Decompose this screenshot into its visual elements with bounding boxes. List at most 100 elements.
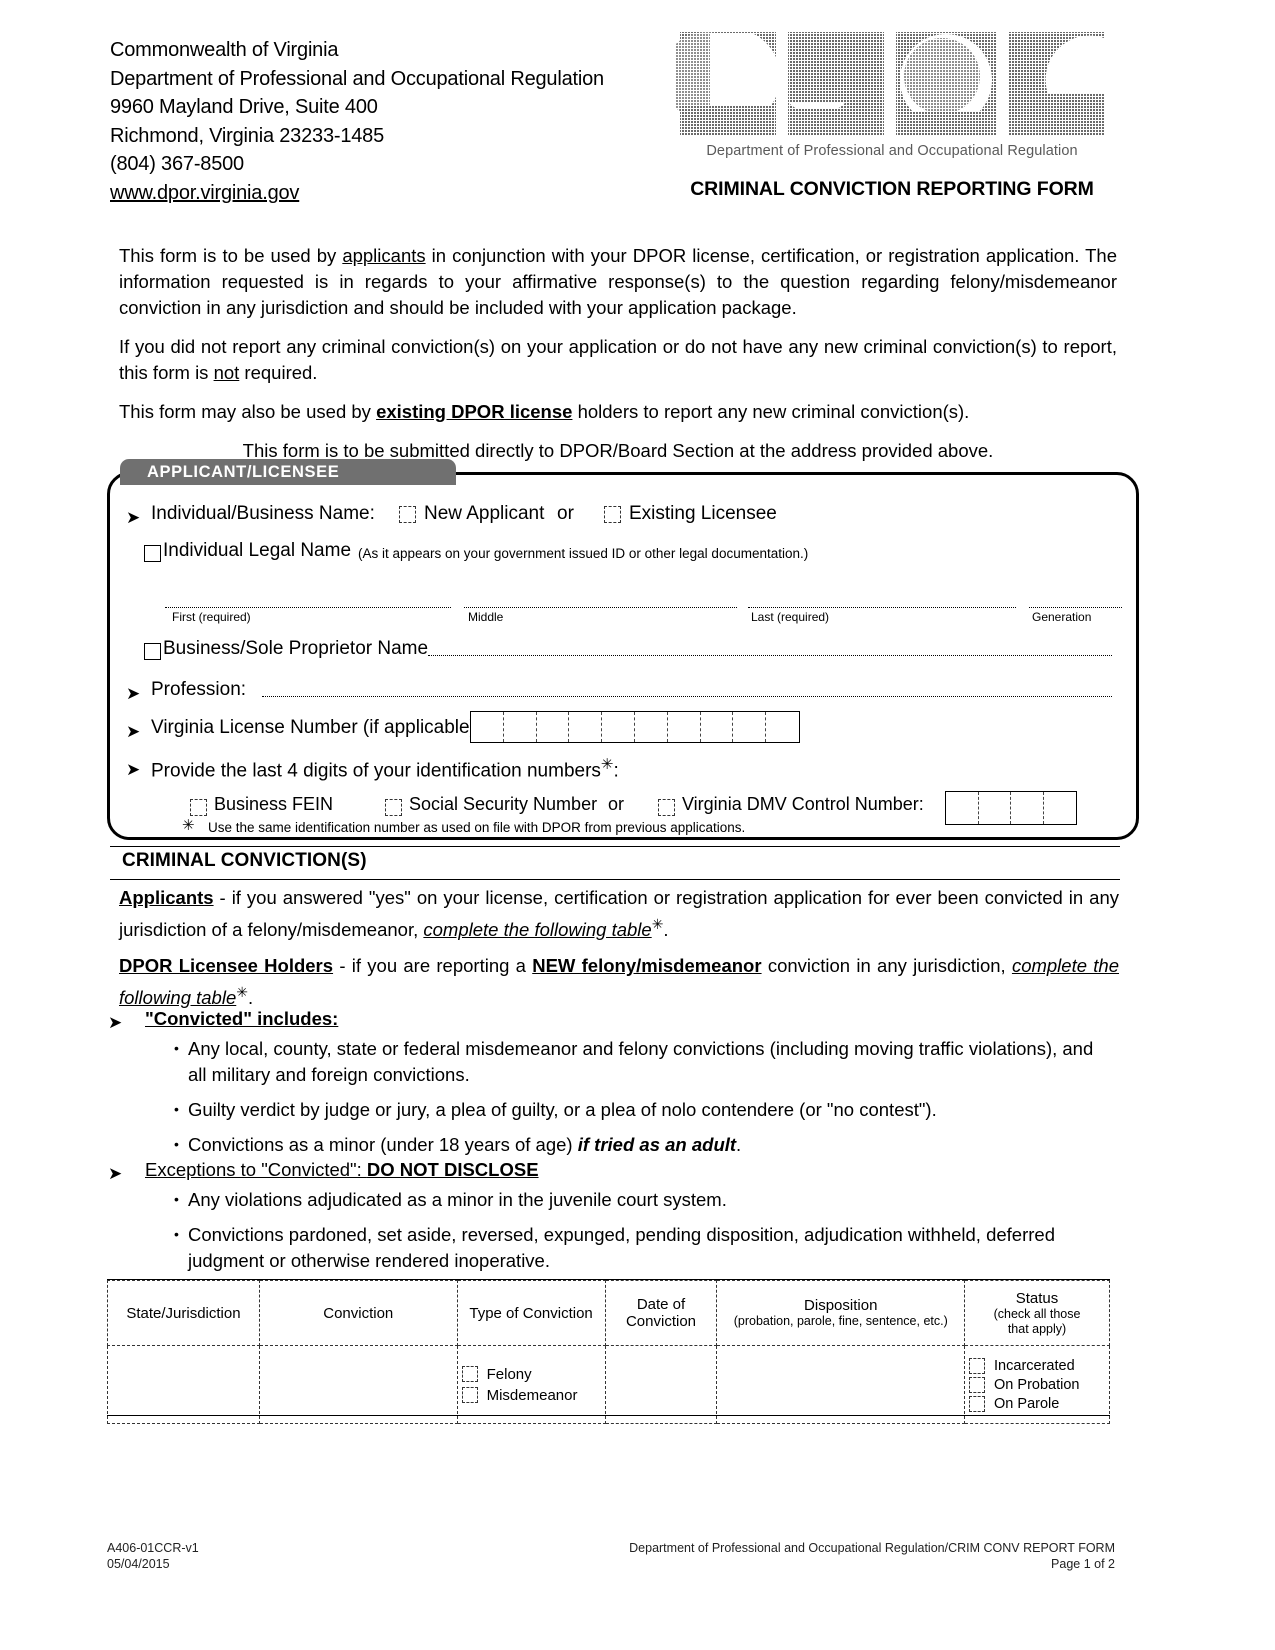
on-parole-option[interactable]: On Parole	[969, 1395, 1105, 1412]
list-item: Any local, county, state or federal misd…	[172, 1035, 1112, 1088]
bullet-arrow-icon-3: ➤	[126, 722, 141, 741]
profession-label: Profession:	[151, 679, 247, 700]
col-date-label-1: Date of	[636, 1296, 686, 1313]
on-probation-checkbox[interactable]	[969, 1376, 986, 1393]
identification-number-input-grid[interactable]	[945, 791, 1077, 825]
first-name-input[interactable]	[165, 607, 451, 608]
character-cell[interactable]	[537, 712, 570, 742]
applicants-dot: .	[663, 919, 669, 941]
character-cell[interactable]	[733, 712, 767, 742]
col-disposition-sub: (probation, parole, fine, sentence, etc.…	[733, 1314, 948, 1328]
identification-footnote: Use the same identification number as us…	[208, 820, 746, 835]
col-date-of-conviction: Date of Conviction	[604, 1280, 718, 1346]
new-applicant-checkbox[interactable]	[399, 506, 416, 523]
address-line-3: 9960 Mayland Drive, Suite 400	[110, 96, 378, 118]
last-name-label: Last (required)	[751, 610, 830, 624]
holders-instruction: DPOR Licensee Holders - if you are repor…	[119, 953, 1119, 1011]
dpor-logo-block: Department of Professional and Occupatio…	[676, 28, 1108, 208]
character-cell[interactable]	[471, 712, 504, 742]
applicants-instruction: Applicants - if you answered "yes" on yo…	[119, 885, 1119, 943]
misdemeanor-checkbox[interactable]	[461, 1387, 478, 1403]
license-number-input-grid[interactable]	[470, 711, 800, 743]
table-row: Felony Misdemeanor Incarcerated On Proba…	[107, 1345, 1110, 1424]
character-cell[interactable]	[946, 792, 979, 824]
first-name-label: First (required)	[172, 610, 251, 624]
felony-option[interactable]: Felony	[461, 1365, 601, 1383]
exceptions-heading-a: Exceptions to "Convicted":	[145, 1159, 367, 1180]
felony-label: Felony	[486, 1365, 532, 1383]
on-parole-checkbox[interactable]	[969, 1395, 986, 1412]
generation-input[interactable]	[1029, 607, 1122, 608]
individual-legal-name-note: (As it appears on your government issued…	[358, 546, 809, 561]
on-probation-option[interactable]: On Probation	[969, 1376, 1105, 1393]
intro-p3-a: This form may also be used by	[119, 401, 377, 422]
footer-right: Department of Professional and Occupatio…	[629, 1540, 1115, 1572]
intro-paragraph-2: If you did not report any criminal convi…	[119, 334, 1117, 386]
felony-checkbox[interactable]	[461, 1366, 478, 1382]
logo-subtitle: Department of Professional and Occupatio…	[706, 143, 1078, 159]
incarcerated-label: Incarcerated	[994, 1357, 1075, 1374]
col-type-of-conviction: Type of Conviction	[456, 1280, 606, 1346]
individual-legal-name-checkbox[interactable]	[144, 545, 161, 562]
intro-p3-existing: existing DPOR license	[376, 401, 573, 422]
holders-mid1: - if you are reporting a	[333, 955, 533, 977]
document-header: Commonwealth of Virginia Department of P…	[0, 0, 1275, 225]
cell-conviction[interactable]	[258, 1345, 458, 1424]
middle-name-input[interactable]	[464, 607, 737, 608]
character-cell[interactable]	[504, 712, 537, 742]
incarcerated-checkbox[interactable]	[969, 1357, 986, 1374]
exceptions-heading-b: DO NOT DISCLOSE	[366, 1159, 539, 1180]
convicted-includes-list: Any local, county, state or federal misd…	[172, 1035, 1112, 1167]
character-cell[interactable]	[701, 712, 734, 742]
character-cell[interactable]	[1011, 792, 1044, 824]
col-status-label: Status	[1015, 1289, 1059, 1307]
form-title: CRIMINAL CONVICTION REPORTING FORM	[690, 178, 1094, 200]
cell-state-jurisdiction[interactable]	[107, 1345, 260, 1424]
list-item: Any violations adjudicated as a minor in…	[172, 1186, 1112, 1213]
holders-asterisk-icon: ✳	[236, 984, 248, 1001]
exceptions-list: Any violations adjudicated as a minor in…	[172, 1186, 1112, 1283]
character-cell[interactable]	[1044, 792, 1077, 824]
footer-form-code: A406-01CCR-v1	[107, 1541, 199, 1555]
profession-input[interactable]	[262, 696, 1112, 697]
agency-address-block: Commonwealth of Virginia Department of P…	[110, 36, 604, 207]
table-body: Felony Misdemeanor Incarcerated On Proba…	[107, 1345, 1110, 1424]
cell-type-of-conviction: Felony Misdemeanor	[456, 1345, 606, 1424]
individual-legal-name-label: Individual Legal Name	[163, 540, 352, 561]
character-cell[interactable]	[668, 712, 701, 742]
character-cell[interactable]	[602, 712, 635, 742]
cell-disposition[interactable]	[716, 1345, 966, 1424]
last-name-input[interactable]	[748, 607, 1016, 608]
conviction-table: State/Jurisdiction Conviction Type of Co…	[107, 1280, 1110, 1424]
criminal-conviction-section-title: CRIMINAL CONVICTION(S)	[122, 850, 367, 871]
business-name-input[interactable]	[428, 655, 1112, 656]
intro-p3-c: holders to report any new criminal convi…	[572, 401, 970, 422]
conviction-section-rule-bottom	[110, 879, 1120, 880]
character-cell[interactable]	[766, 712, 799, 742]
business-name-checkbox[interactable]	[144, 643, 161, 660]
business-fein-label: Business FEIN	[214, 794, 334, 814]
existing-licensee-checkbox[interactable]	[604, 506, 621, 523]
character-cell[interactable]	[569, 712, 603, 742]
convicted-item-3-em: if tried as an adult	[577, 1134, 737, 1155]
table-border-bottom	[107, 1415, 1110, 1416]
business-fein-checkbox[interactable]	[190, 799, 207, 816]
agency-website-link[interactable]: www.dpor.virginia.gov	[110, 179, 604, 208]
character-cell[interactable]	[979, 792, 1011, 824]
incarcerated-option[interactable]: Incarcerated	[969, 1357, 1105, 1374]
intro-paragraph-1: This form is to be used by applicants in…	[119, 243, 1117, 321]
holders-mid2: conviction in any jurisdiction,	[761, 955, 1012, 977]
or-label-1: or	[557, 503, 574, 524]
dpor-logo-icon	[676, 32, 1104, 136]
list-item: Guilty verdict by judge or jury, a plea …	[172, 1096, 1112, 1123]
identification-label: Provide the last 4 digits of your identi…	[151, 755, 619, 782]
intro-p2-c: required.	[239, 362, 318, 383]
dmv-checkbox[interactable]	[658, 799, 675, 816]
on-parole-label: On Parole	[994, 1395, 1060, 1412]
individual-business-name-label: Individual/Business Name:	[151, 503, 375, 524]
cell-date-of-conviction[interactable]	[604, 1345, 718, 1424]
col-date-label-2: Conviction	[625, 1313, 697, 1330]
misdemeanor-option[interactable]: Misdemeanor	[461, 1387, 601, 1404]
ssn-checkbox[interactable]	[385, 799, 402, 816]
character-cell[interactable]	[635, 712, 668, 742]
